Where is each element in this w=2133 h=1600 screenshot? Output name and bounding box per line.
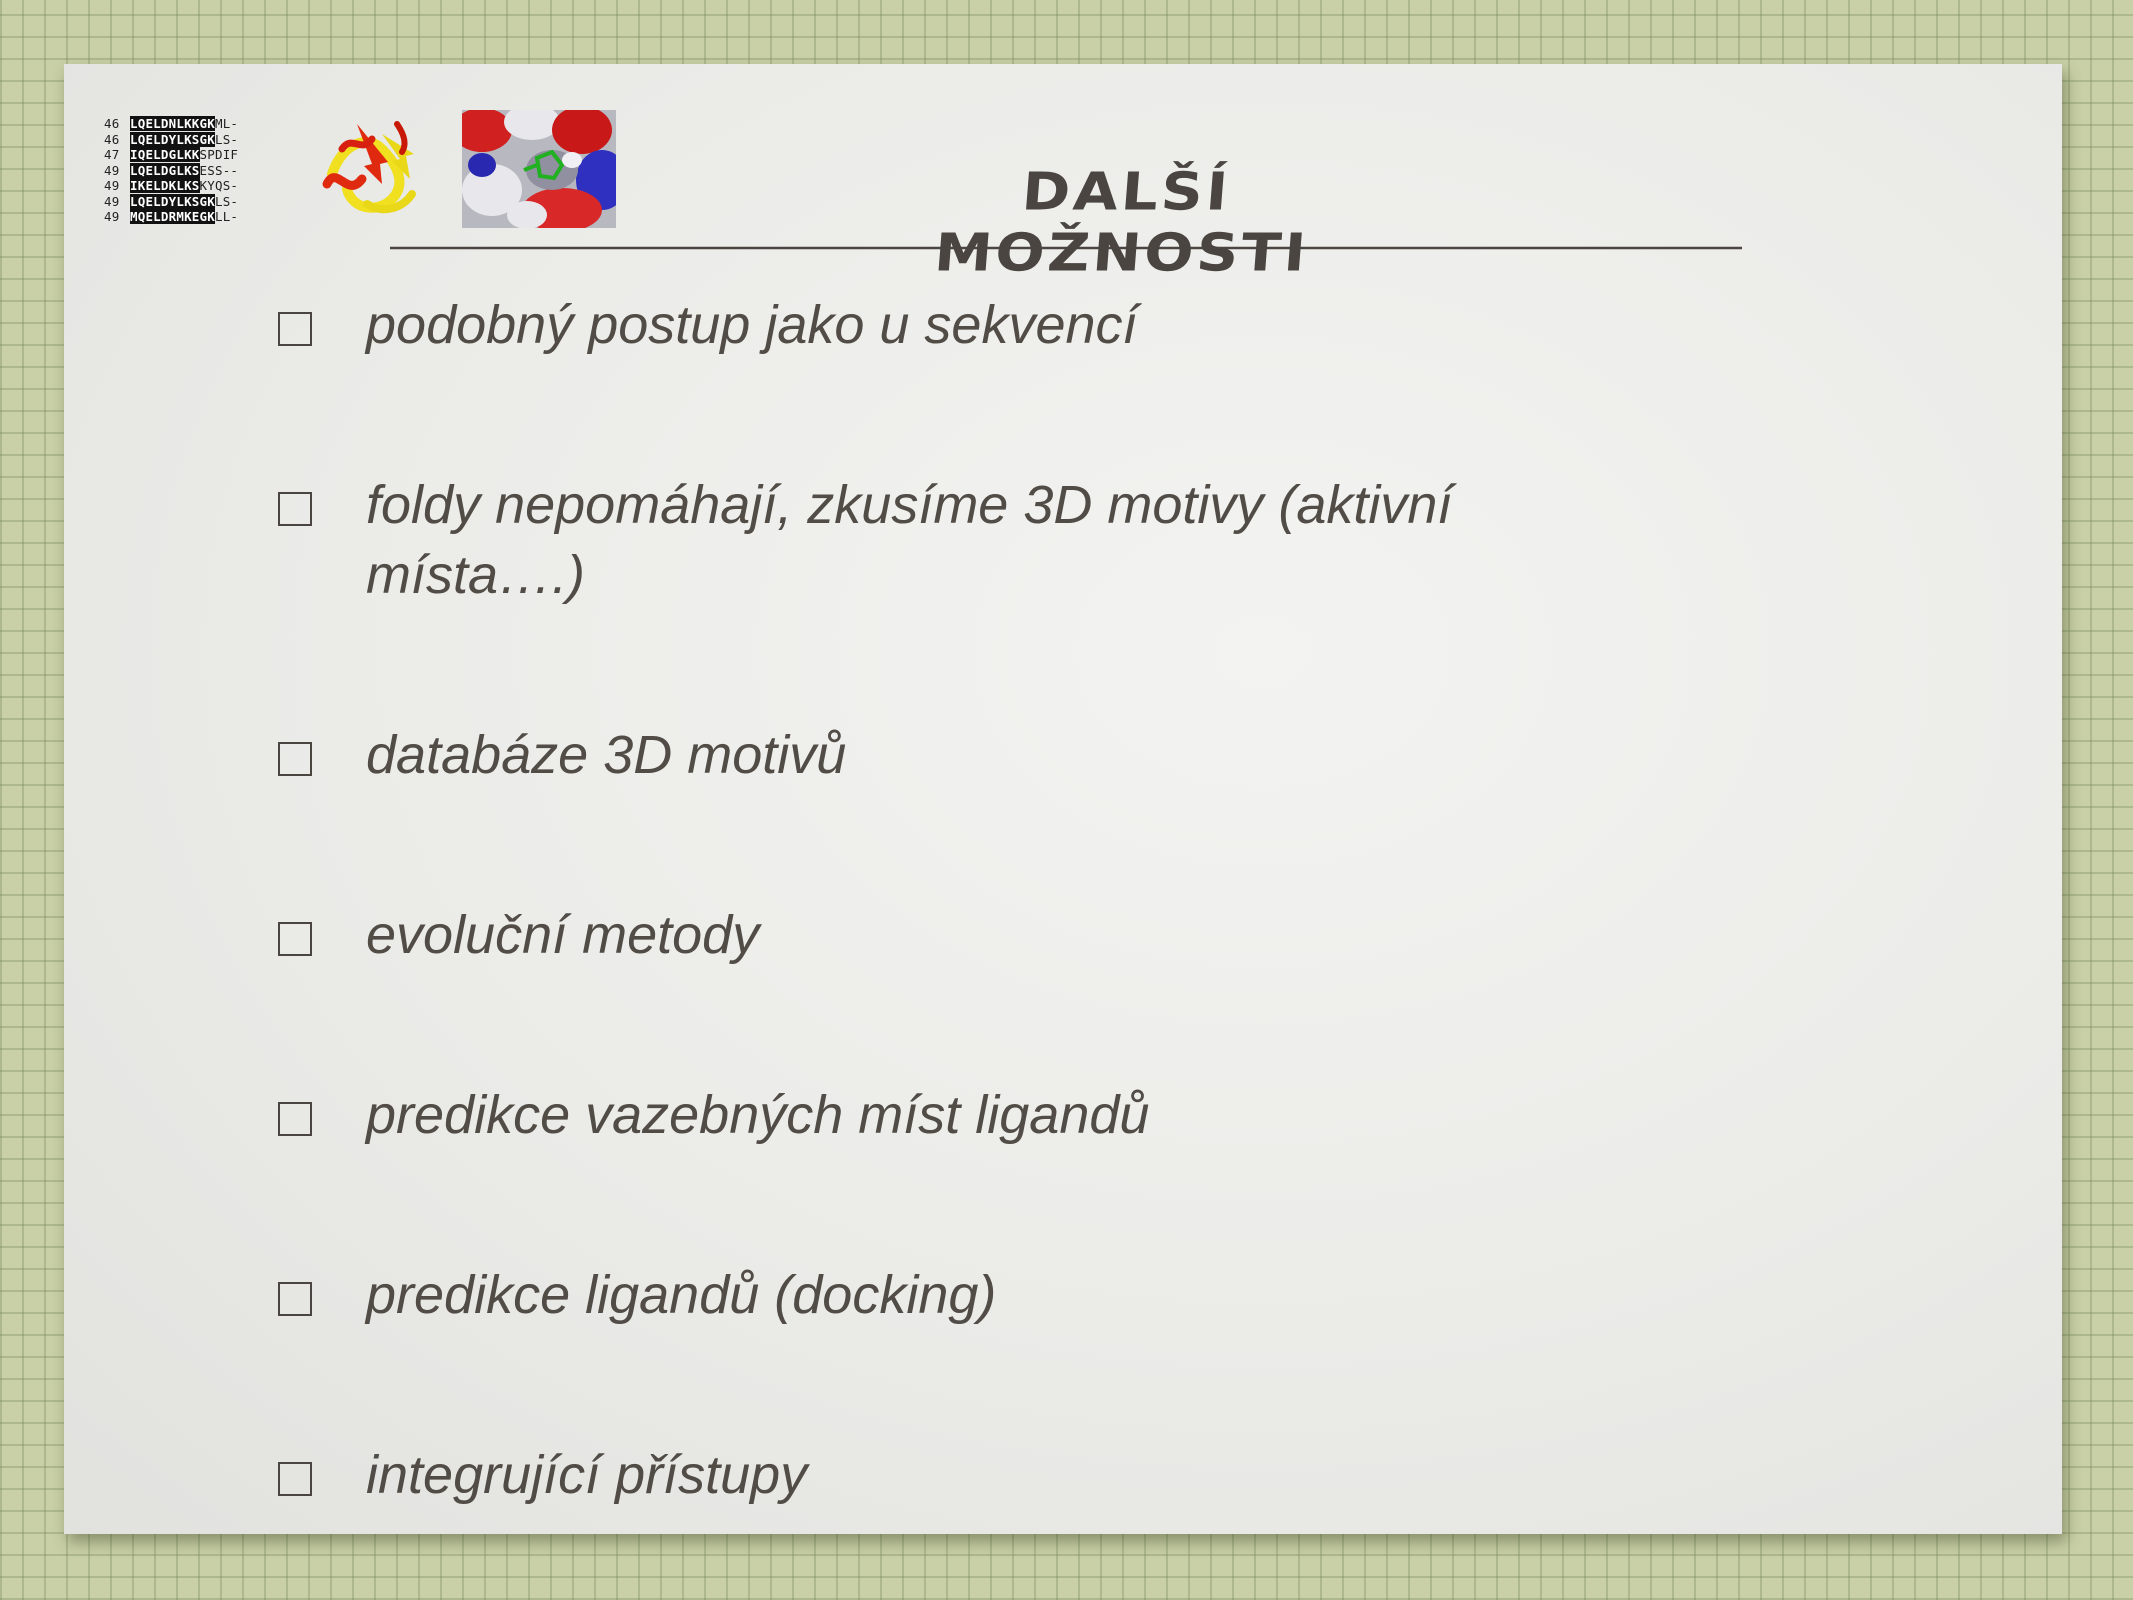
- protein-ribbon-image: [322, 121, 416, 214]
- checkbox-icon: [278, 1462, 312, 1496]
- checkbox-icon: [278, 1282, 312, 1316]
- alignment-row: 47 IQELDGLKKSPDIF: [104, 147, 239, 162]
- bullet-text: evoluční metody: [366, 905, 760, 965]
- bullet-text: predikce vazebných míst ligandů: [366, 1085, 1150, 1145]
- bullet-text: databáze 3D motivů: [366, 725, 847, 785]
- checkbox-icon: [278, 1102, 312, 1136]
- alignment-row: 49 MQELDRMKEGKLL-: [104, 209, 239, 224]
- bullet-item: predikce ligandů (docking): [278, 1260, 1978, 1330]
- bullet-text: integrující přístupy: [366, 1445, 808, 1505]
- bullet-text: foldy nepomáhají, zkusíme 3D motivy (akt…: [366, 475, 1453, 605]
- checkbox-icon: [278, 492, 312, 526]
- slide: 46 LQELDNLKKGKML- 46 LQELDYLKSGKLS- 47 IQEL…: [64, 64, 2062, 1534]
- bullet-item: predikce vazebných míst ligandů: [278, 1080, 1978, 1150]
- alignment-row: 49 IKELDKLKSKYQS-: [104, 178, 239, 193]
- title-underline: [390, 246, 1742, 250]
- bullet-item: foldy nepomáhají, zkusíme 3D motivy (akt…: [278, 470, 1978, 610]
- bullet-item: evoluční metody: [278, 900, 1978, 970]
- alignment-row: 46 LQELDNLKKGKML-: [104, 116, 239, 131]
- alignment-row: 46 LQELDYLKSGKLS-: [104, 131, 239, 147]
- bullet-text: predikce ligandů (docking): [366, 1265, 997, 1325]
- checkbox-icon: [278, 922, 312, 956]
- bullet-text: podobný postup jako u sekvencí: [366, 295, 1138, 355]
- alignment-row: 49 LQELDYLKSGKLS-: [104, 193, 239, 209]
- checkbox-icon: [278, 742, 312, 776]
- checkbox-icon: [278, 312, 312, 346]
- protein-surface-image: [462, 110, 616, 228]
- bullet-item: integrující přístupy: [278, 1440, 1978, 1510]
- bullet-item: podobný postup jako u sekvencí: [278, 290, 1978, 360]
- alignment-row: 49 LQELDGLKSESS--: [104, 162, 239, 178]
- bullet-list: podobný postup jako u sekvencí foldy nep…: [278, 290, 1978, 1510]
- sequence-alignment-image: 46 LQELDNLKKGKML- 46 LQELDYLKSGKLS- 47 IQEL…: [104, 116, 286, 225]
- bullet-item: databáze 3D motivů: [278, 720, 1978, 790]
- page-title: DALŠÍ MOŽNOSTI: [932, 160, 1311, 284]
